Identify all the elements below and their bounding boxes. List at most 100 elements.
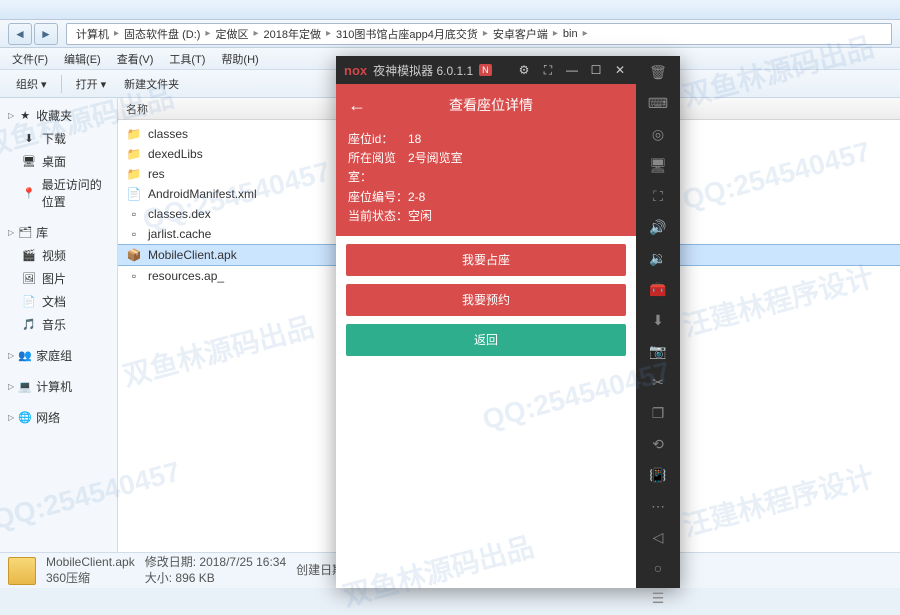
- file-name: classes.dex: [148, 207, 211, 221]
- info-row: 当前状态：空闲: [348, 207, 624, 226]
- file-icon: 📦: [126, 247, 142, 263]
- emulator-sidebar: 🗑 ⌨ ◎ 🖥 ⛶ 🔊 🔉 🧰 ⬇ 📷 ✂ ❐ ⟲ 📳 ⋯ ◁ ○ ☰: [636, 56, 680, 588]
- chevron-right-icon: ▸: [205, 28, 210, 39]
- file-type-icon: [8, 557, 36, 585]
- sidebar-libraries-header[interactable]: ▷🗂库: [0, 221, 117, 244]
- breadcrumb-item[interactable]: 计算机: [73, 24, 112, 44]
- emulator-titlebar[interactable]: nox 夜神模拟器 6.0.1.1 N ⚙ ⛶ — ☐ ✕: [336, 56, 636, 84]
- scissors-icon[interactable]: ✂: [648, 374, 668, 391]
- sidebar-item[interactable]: 🖥桌面: [0, 150, 117, 173]
- emulator-window: nox 夜神模拟器 6.0.1.1 N ⚙ ⛶ — ☐ ✕ ← 查看座位详情 座…: [336, 56, 680, 588]
- file-name: res: [148, 167, 165, 181]
- sidebar-item[interactable]: 📄文档: [0, 290, 117, 313]
- breadcrumb-item[interactable]: 310图书馆占座app4月底交货: [333, 24, 481, 44]
- sidebar-item[interactable]: ⬇下载: [0, 127, 117, 150]
- status-filetype: 360压缩: [46, 571, 135, 587]
- my-computer-icon[interactable]: 🖥: [648, 157, 668, 174]
- chevron-right-icon: ▸: [583, 28, 588, 39]
- volume-up-icon[interactable]: 🔊: [648, 219, 668, 236]
- breadcrumb-item[interactable]: 定做区: [212, 24, 251, 44]
- location-icon[interactable]: ◎: [648, 126, 668, 143]
- screenshot-icon[interactable]: 📷: [648, 343, 668, 360]
- file-icon: 📁: [126, 126, 142, 142]
- sidebar-item[interactable]: 🎬视频: [0, 244, 117, 267]
- file-name: MobileClient.apk: [148, 248, 237, 262]
- nav-forward-button[interactable]: ►: [34, 23, 58, 45]
- menu-view[interactable]: 查看(V): [111, 49, 160, 69]
- file-icon: ▫: [126, 268, 142, 284]
- more-icon[interactable]: ⋯: [648, 498, 668, 515]
- sidebar-network-header[interactable]: ▷🌐网络: [0, 406, 117, 429]
- volume-down-icon[interactable]: 🔉: [648, 250, 668, 267]
- menu-tools[interactable]: 工具(T): [163, 49, 211, 69]
- chevron-right-icon: ▸: [253, 28, 258, 39]
- status-modified: 2018/7/25 16:34: [199, 555, 286, 569]
- file-icon: ▫: [126, 226, 142, 242]
- toolbox-icon[interactable]: 🧰: [648, 281, 668, 298]
- home-nav-icon[interactable]: ○: [648, 560, 668, 576]
- breadcrumb-item[interactable]: 固态软件盘 (D:): [121, 24, 203, 44]
- nav-back-button[interactable]: ◄: [8, 23, 32, 45]
- breadcrumb[interactable]: 计算机▸固态软件盘 (D:)▸定做区▸2018年定做▸310图书馆占座app4月…: [66, 23, 892, 45]
- breadcrumb-item[interactable]: bin: [560, 26, 581, 42]
- menu-edit[interactable]: 编辑(E): [58, 49, 107, 69]
- sidebar-homegroup-header[interactable]: ▷👥家庭组: [0, 344, 117, 367]
- status-size: 896 KB: [175, 571, 214, 585]
- apk-icon[interactable]: ⬇: [648, 312, 668, 329]
- back-icon[interactable]: ←: [348, 95, 366, 116]
- recent-nav-icon[interactable]: ☰: [648, 590, 668, 607]
- sidebar-item[interactable]: 🎵音乐: [0, 313, 117, 336]
- app-title: 查看座位详情: [378, 95, 604, 115]
- file-icon: 📄: [126, 186, 142, 202]
- occupy-seat-button[interactable]: 我要占座: [346, 244, 626, 276]
- menu-file[interactable]: 文件(F): [6, 49, 54, 69]
- emulator-badge: N: [479, 64, 492, 76]
- sidebar-item[interactable]: 🖼图片: [0, 267, 117, 290]
- sidebar: ▷★收藏夹 ⬇下载🖥桌面📍最近访问的位置 ▷🗂库 🎬视频🖼图片📄文档🎵音乐 ▷👥…: [0, 98, 118, 552]
- keyboard-icon[interactable]: ⌨: [648, 95, 668, 112]
- info-row: 座位编号：2-8: [348, 188, 624, 207]
- emulator-minimize-icon[interactable]: —: [564, 62, 580, 78]
- emulator-expand-icon[interactable]: ⛶: [540, 62, 556, 78]
- reserve-seat-button[interactable]: 我要预约: [346, 284, 626, 316]
- return-button[interactable]: 返回: [346, 324, 626, 356]
- seat-info-panel: 座位id：18所在阅览室：2号阅览室座位编号：2-8当前状态：空闲: [336, 126, 636, 236]
- rotate-icon[interactable]: ⟲: [648, 436, 668, 453]
- toolbar-newfolder[interactable]: 新建文件夹: [116, 73, 187, 95]
- file-name: resources.ap_: [148, 269, 224, 283]
- sidebar-item[interactable]: 📍最近访问的位置: [0, 173, 117, 213]
- chevron-right-icon: ▸: [553, 28, 558, 39]
- info-row: 座位id：18: [348, 130, 624, 149]
- fullscreen-icon[interactable]: ⛶: [648, 188, 668, 205]
- file-name: dexedLibs: [148, 147, 203, 161]
- menu-help[interactable]: 帮助(H): [215, 49, 264, 69]
- toolbar-organize[interactable]: 组织 ▾: [8, 73, 55, 95]
- emulator-logo: nox: [344, 63, 367, 78]
- info-row: 所在阅览室：2号阅览室: [348, 149, 624, 187]
- emulator-close-icon[interactable]: ✕: [612, 62, 628, 78]
- file-icon: ▫: [126, 206, 142, 222]
- emulator-settings-icon[interactable]: ⚙: [516, 62, 532, 78]
- file-name: jarlist.cache: [148, 227, 211, 241]
- emulator-screen: ← 查看座位详情 座位id：18所在阅览室：2号阅览室座位编号：2-8当前状态：…: [336, 84, 636, 588]
- separator: [61, 75, 62, 93]
- sidebar-favorites-header[interactable]: ▷★收藏夹: [0, 104, 117, 127]
- chevron-right-icon: ▸: [483, 28, 488, 39]
- app-header: ← 查看座位详情: [336, 84, 636, 126]
- file-name: classes: [148, 127, 188, 141]
- shake-icon[interactable]: 📳: [648, 467, 668, 484]
- multi-instance-icon[interactable]: ❐: [648, 405, 668, 422]
- file-icon: 📁: [126, 146, 142, 162]
- chevron-right-icon: ▸: [114, 28, 119, 39]
- sidebar-computer-header[interactable]: ▷💻计算机: [0, 375, 117, 398]
- emulator-maximize-icon[interactable]: ☐: [588, 62, 604, 78]
- toolbar-open[interactable]: 打开 ▾: [68, 73, 115, 95]
- breadcrumb-item[interactable]: 2018年定做: [260, 24, 323, 44]
- back-nav-icon[interactable]: ◁: [648, 529, 668, 546]
- chevron-right-icon: ▸: [326, 28, 331, 39]
- trash-icon[interactable]: 🗑: [648, 64, 668, 81]
- window-titlebar: [0, 0, 900, 20]
- breadcrumb-item[interactable]: 安卓客户端: [490, 24, 551, 44]
- emulator-title: 夜神模拟器 6.0.1.1: [373, 62, 473, 79]
- file-name: AndroidManifest.xml: [148, 187, 257, 201]
